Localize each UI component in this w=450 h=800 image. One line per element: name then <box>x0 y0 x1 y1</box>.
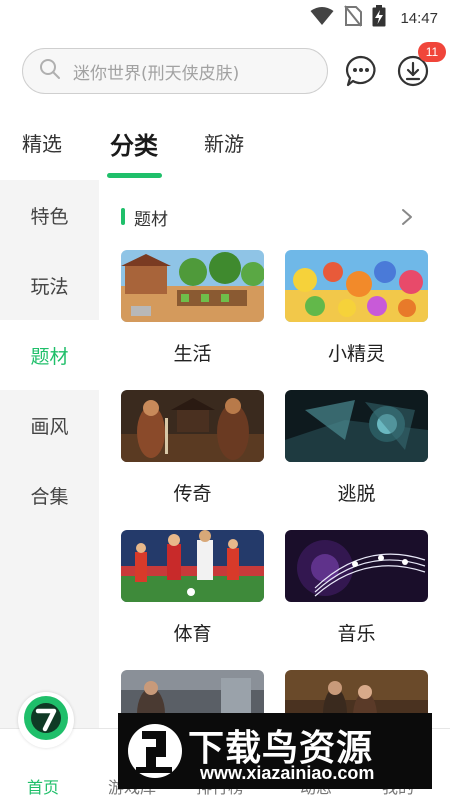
category-thumbnail <box>121 530 264 602</box>
section-more-button[interactable] <box>400 208 414 226</box>
app-logo-icon <box>23 695 69 745</box>
tab-category[interactable]: 分类 <box>110 126 158 161</box>
sidebar-item-collection[interactable]: 合集 <box>0 460 99 530</box>
tab-new-games[interactable]: 新游 <box>204 128 244 157</box>
battery-charging-icon <box>372 5 386 31</box>
search-input[interactable]: 迷你世界(刑天侠皮肤) <box>22 48 328 94</box>
category-card-music[interactable]: 音乐 <box>285 530 428 646</box>
category-label: 音乐 <box>337 623 376 645</box>
search-placeholder: 迷你世界(刑天侠皮肤) <box>73 63 240 84</box>
category-label: 体育 <box>173 623 212 645</box>
sidebar-item-theme[interactable]: 题材 <box>0 320 99 390</box>
category-thumbnail <box>285 530 428 602</box>
sidebar-item-features[interactable]: 特色 <box>0 180 99 250</box>
chevron-right-icon <box>400 209 414 230</box>
search-icon <box>39 58 61 84</box>
category-label: 小精灵 <box>327 343 385 365</box>
category-thumbnail <box>121 390 264 462</box>
watermark-banner: 下载鸟资源 www.xiazainiao.com <box>118 713 432 789</box>
message-button[interactable] <box>344 54 378 88</box>
category-sidebar: 特色 玩法 题材 画风 合集 <box>0 180 99 728</box>
category-label: 传奇 <box>173 483 212 505</box>
sidebar-item-art-style[interactable]: 画风 <box>0 390 99 460</box>
category-thumbnail <box>285 390 428 462</box>
no-sim-icon <box>344 5 363 31</box>
category-label: 逃脱 <box>337 483 376 505</box>
watermark-url: www.xiazainiao.com <box>200 763 375 783</box>
sidebar-item-gameplay[interactable]: 玩法 <box>0 250 99 320</box>
category-card-legend[interactable]: 传奇 <box>121 390 264 506</box>
category-label: 生活 <box>173 343 212 365</box>
wifi-icon <box>310 6 334 30</box>
download-icon <box>396 55 430 92</box>
watermark-logo-icon <box>126 721 184 781</box>
home-button[interactable] <box>18 692 74 748</box>
active-tab-indicator <box>107 173 162 178</box>
section-title: 题材 <box>134 210 168 230</box>
tab-featured[interactable]: 精选 <box>22 128 62 157</box>
download-count-badge: 11 <box>418 42 446 62</box>
category-card-escape[interactable]: 逃脱 <box>285 390 428 506</box>
nav-item-home[interactable]: 首页 <box>27 774 59 798</box>
category-card-pokemon[interactable]: 小精灵 <box>285 250 428 366</box>
category-thumbnail <box>121 250 264 322</box>
status-time: 14:47 <box>400 9 438 27</box>
chat-bubble-icon <box>344 55 378 92</box>
category-thumbnail <box>285 250 428 322</box>
category-card-life[interactable]: 生活 <box>121 250 264 366</box>
section-marker <box>121 208 125 225</box>
status-bar: 14:47 <box>0 0 450 36</box>
category-card-sports[interactable]: 体育 <box>121 530 264 646</box>
